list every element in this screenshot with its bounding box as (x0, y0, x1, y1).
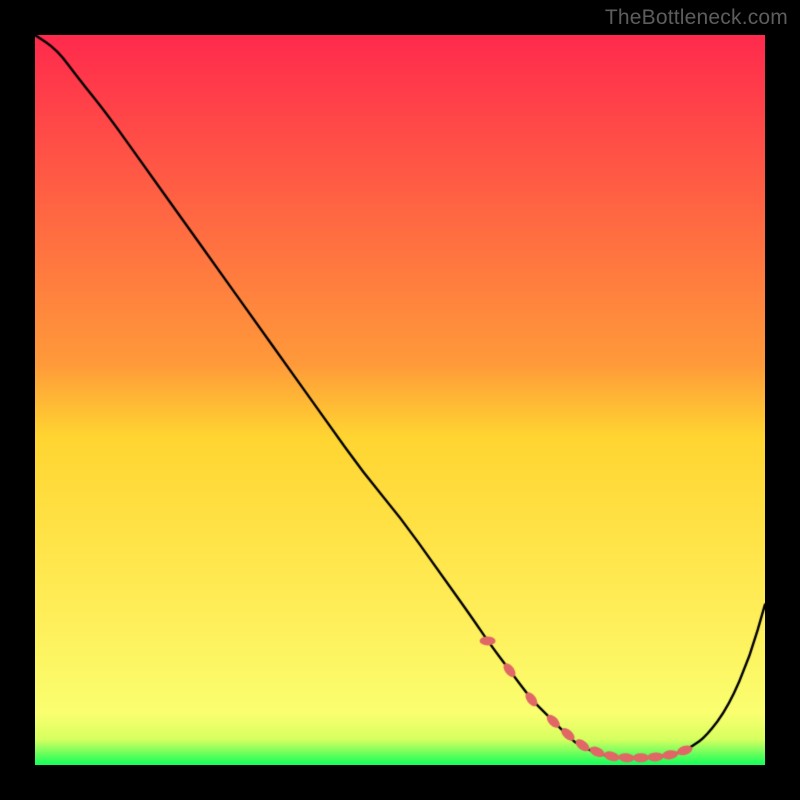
attribution-label: TheBottleneck.com (605, 6, 788, 30)
chart-plot-area (35, 35, 765, 765)
chart-frame: TheBottleneck.com (0, 0, 800, 800)
bottleneck-curve-canvas (35, 35, 765, 765)
